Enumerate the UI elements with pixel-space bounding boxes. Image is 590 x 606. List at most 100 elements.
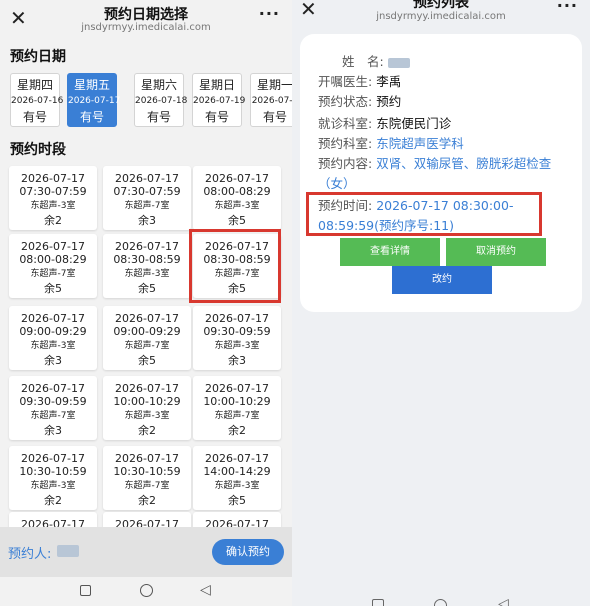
slot-date: 2026-07-17: [21, 240, 85, 253]
slot-room: 东超声-3室: [214, 481, 260, 491]
date-status: 有号: [79, 110, 104, 124]
back-icon[interactable]: ◁: [498, 596, 509, 606]
slot-remaining: 余3: [44, 354, 62, 367]
slot-time: 14:00-14:29: [203, 465, 271, 478]
appointment-time-highlight: [306, 192, 542, 236]
home-icon[interactable]: [434, 599, 447, 606]
time-slot-grid: 2026-07-17 07:30-07:59 东超声-3室 余2 2026-07…: [0, 160, 292, 530]
slot-remaining: 余5: [138, 282, 156, 295]
slot-room: 东超声-7室: [124, 341, 170, 351]
more-menu-icon[interactable]: ···: [557, 0, 578, 15]
slot-time: 09:00-09:29: [113, 325, 181, 338]
date-card[interactable]: 星期日 2026-07-19 有号: [192, 73, 246, 127]
view-details-button[interactable]: 查看详情: [340, 238, 440, 266]
time-slot[interactable]: 2026-07-17 07:30-07:59 东超声-3室 余2: [9, 166, 97, 230]
date-value: 2026-07-17: [68, 96, 121, 106]
slot-room: 东超声-7室: [124, 201, 170, 211]
slot-room: 东超声-7室: [30, 269, 76, 279]
slot-date: 2026-07-17: [21, 312, 85, 325]
screen-root: ✕ 预约日期选择 jnsdyrmyy.imedicalai.com ··· 预约…: [0, 0, 590, 606]
slot-time: 09:00-09:29: [19, 325, 87, 338]
date-section-title: 预约日期: [10, 49, 66, 65]
content-row: 预约内容: 双肾、双输尿管、膀胱彩超检查（女）: [318, 154, 578, 194]
confirm-bar: 预约人: 确认预约: [0, 527, 292, 577]
back-icon[interactable]: ◁: [200, 582, 211, 598]
date-select-panel: ✕ 预约日期选择 jnsdyrmyy.imedicalai.com ··· 预约…: [0, 0, 292, 606]
confirm-appointment-button[interactable]: 确认预约: [212, 539, 284, 565]
slot-date: 2026-07-17: [205, 382, 269, 395]
appt-dept-label: 预约科室:: [318, 136, 373, 151]
slot-date: 2026-07-17: [115, 452, 179, 465]
home-icon[interactable]: [140, 584, 153, 597]
time-slot[interactable]: 2026-07-17 14:00-14:29 东超声-3室 余5: [193, 446, 281, 510]
slot-time: 10:00-10:29: [203, 395, 271, 408]
time-slot[interactable]: 2026-07-17 10:00-10:29 东超声-3室 余2: [103, 376, 191, 440]
slot-remaining: 余5: [228, 214, 246, 227]
slot-remaining: 余5: [228, 494, 246, 507]
slot-room: 东超声-3室: [124, 411, 170, 421]
slot-room: 东超声-3室: [124, 269, 170, 279]
date-weekday: 星期日: [198, 78, 235, 92]
patient-name-redacted: [387, 57, 410, 68]
slot-remaining: 余5: [138, 354, 156, 367]
slot-remaining: 余2: [138, 424, 156, 437]
slot-room: 东超声-3室: [30, 341, 76, 351]
time-slot[interactable]: 2026-07-17 10:00-10:29 东超声-7室 余2: [193, 376, 281, 440]
time-slot[interactable]: 2026-07-17 08:00-08:29 东超声-7室 余5: [9, 234, 97, 298]
slot-date: 2026-07-17: [21, 452, 85, 465]
slot-room: 东超声-3室: [214, 341, 260, 351]
reschedule-button[interactable]: 改约: [392, 266, 492, 294]
time-section-title: 预约时段: [10, 142, 66, 158]
cancel-appointment-button[interactable]: 取消预约: [446, 238, 546, 266]
doctor-row: 开嘱医生: 李禹: [318, 72, 578, 92]
dept-row: 就诊科室: 东院便民门诊: [318, 114, 578, 134]
date-card[interactable]: 星期六 2026-07-18 有号: [134, 73, 188, 127]
slot-date: 2026-07-17: [115, 312, 179, 325]
date-weekday: 星期一: [256, 78, 292, 92]
date-status: 有号: [22, 110, 47, 124]
slot-room: 东超声-3室: [30, 201, 76, 211]
dept-value: 东院便民门诊: [376, 116, 452, 131]
date-status: 有号: [146, 110, 171, 124]
time-slot[interactable]: 2026-07-17 09:00-09:29 东超声-7室 余5: [103, 306, 191, 370]
slot-time: 10:30-10:59: [113, 465, 181, 478]
slot-remaining: 余2: [44, 214, 62, 227]
status-label: 预约状态:: [318, 94, 373, 109]
date-weekday: 星期五: [73, 78, 110, 92]
slot-remaining: 余2: [44, 494, 62, 507]
time-slot[interactable]: 2026-07-17 10:30-10:59 东超声-7室 余2: [103, 446, 191, 510]
slot-room: 东超声-7室: [214, 411, 260, 421]
time-slot[interactable]: 2026-07-17 10:30-10:59 东超声-3室 余2: [9, 446, 97, 510]
date-card[interactable]: 星期一 2026-07-2 有号: [250, 73, 292, 127]
selected-slot-highlight: [189, 229, 281, 303]
recent-apps-icon[interactable]: [80, 585, 91, 596]
slot-room: 东超声-3室: [214, 201, 260, 211]
date-card-selected[interactable]: 星期五 2026-07-17 有号: [67, 73, 121, 127]
date-value: 2026-07-18: [135, 96, 188, 106]
slot-time: 08:30-08:59: [113, 253, 181, 266]
recent-apps-icon[interactable]: [372, 599, 384, 606]
slot-remaining: 余3: [44, 424, 62, 437]
slot-time: 07:30-07:59: [113, 185, 181, 198]
date-value: 2026-07-16: [11, 96, 64, 106]
right-top-bar: ✕ 预约列表 jnsdyrmyy.imedicalai.com ···: [292, 0, 590, 28]
time-slot[interactable]: 2026-07-17 07:30-07:59 东超声-7室 余3: [103, 166, 191, 230]
system-nav-bar: ◁: [292, 590, 590, 606]
date-value: 2026-07-19: [193, 96, 246, 106]
time-slot[interactable]: 2026-07-17 08:00-08:29 东超声-3室 余5: [193, 166, 281, 230]
appointment-list-panel: ✕ 预约列表 jnsdyrmyy.imedicalai.com ··· 姓 名:…: [292, 0, 590, 606]
more-menu-icon[interactable]: ···: [259, 4, 280, 23]
time-slot[interactable]: 2026-07-17 09:30-09:59 东超声-3室 余3: [193, 306, 281, 370]
time-slot[interactable]: 2026-07-17 08:30-08:59 东超声-3室 余5: [103, 234, 191, 298]
slot-time: 08:00-08:29: [19, 253, 87, 266]
slot-time: 10:00-10:29: [113, 395, 181, 408]
time-slot[interactable]: 2026-07-17 09:00-09:29 东超声-3室 余3: [9, 306, 97, 370]
slot-remaining: 余5: [44, 282, 62, 295]
patient-name-redacted: [57, 545, 79, 557]
date-weekday: 星期四: [16, 78, 53, 92]
left-top-bar: ✕ 预约日期选择 jnsdyrmyy.imedicalai.com ···: [0, 0, 292, 40]
date-card[interactable]: 星期四 2026-07-16 有号: [10, 73, 64, 127]
time-slot[interactable]: 2026-07-17 09:30-09:59 东超声-7室 余3: [9, 376, 97, 440]
slot-date: 2026-07-17: [115, 382, 179, 395]
content-label: 预约内容:: [318, 156, 373, 171]
